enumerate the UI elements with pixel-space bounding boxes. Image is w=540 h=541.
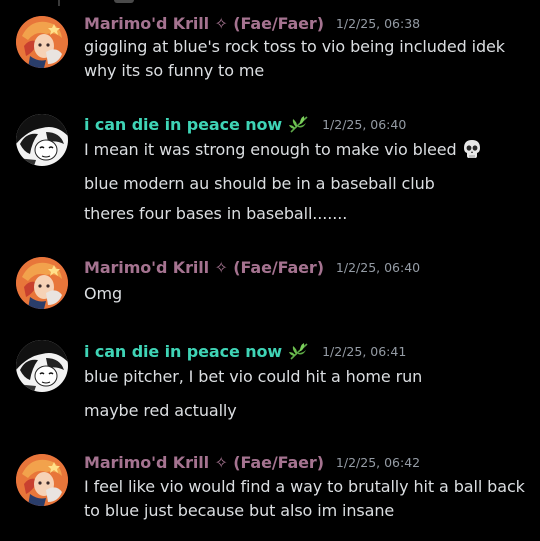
timestamp[interactable]: 1/2/25, 06:41	[322, 344, 406, 359]
avatar[interactable]	[16, 340, 68, 392]
avatar[interactable]	[16, 16, 68, 68]
message-line: I mean it was strong enough to make vio …	[84, 140, 457, 159]
avatar[interactable]	[16, 114, 68, 166]
timestamp[interactable]: 1/2/25, 06:38	[336, 16, 420, 31]
message-text: blue pitcher, I bet vio could hit a home…	[84, 367, 423, 386]
message-text: I feel like vio would find a way to brut…	[84, 477, 525, 520]
timestamp[interactable]: 1/2/25, 06:40	[336, 260, 420, 275]
message-text: maybe red actually	[84, 401, 237, 420]
herb-leaf-icon	[288, 114, 310, 134]
message-header: i can die in peace now 1/2/25, 06:40	[84, 112, 406, 136]
reaction-fragment	[114, 0, 134, 3]
message-text: theres four bases in baseball.......	[84, 204, 348, 223]
timestamp[interactable]: 1/2/25, 06:42	[336, 455, 420, 470]
username[interactable]: Marimo'd Krill ✧ (Fae/Faer)	[84, 14, 324, 33]
previous-message-fragment	[0, 0, 540, 8]
message-header: Marimo'd Krill ✧ (Fae/Faer) 1/2/25, 06:4…	[84, 255, 420, 279]
message-text: blue modern au should be in a baseball c…	[84, 174, 435, 193]
avatar[interactable]	[16, 454, 68, 506]
herb-leaf-icon	[288, 341, 310, 361]
message-text: I mean it was strong enough to make vio …	[84, 138, 530, 162]
username[interactable]: i can die in peace now	[84, 115, 282, 134]
message-text: giggling at blue's rock toss to vio bein…	[84, 37, 505, 80]
skull-emoji	[461, 138, 483, 160]
username[interactable]: i can die in peace now	[84, 342, 282, 361]
timestamp[interactable]: 1/2/25, 06:40	[322, 117, 406, 132]
message-header: i can die in peace now 1/2/25, 06:41	[84, 339, 406, 363]
avatar[interactable]	[16, 257, 68, 309]
message-header: Marimo'd Krill ✧ (Fae/Faer) 1/2/25, 06:3…	[84, 11, 420, 35]
reply-line	[58, 0, 60, 6]
message-header: Marimo'd Krill ✧ (Fae/Faer) 1/2/25, 06:4…	[84, 450, 420, 474]
message-text: Omg	[84, 284, 123, 303]
username[interactable]: Marimo'd Krill ✧ (Fae/Faer)	[84, 258, 324, 277]
username[interactable]: Marimo'd Krill ✧ (Fae/Faer)	[84, 453, 324, 472]
